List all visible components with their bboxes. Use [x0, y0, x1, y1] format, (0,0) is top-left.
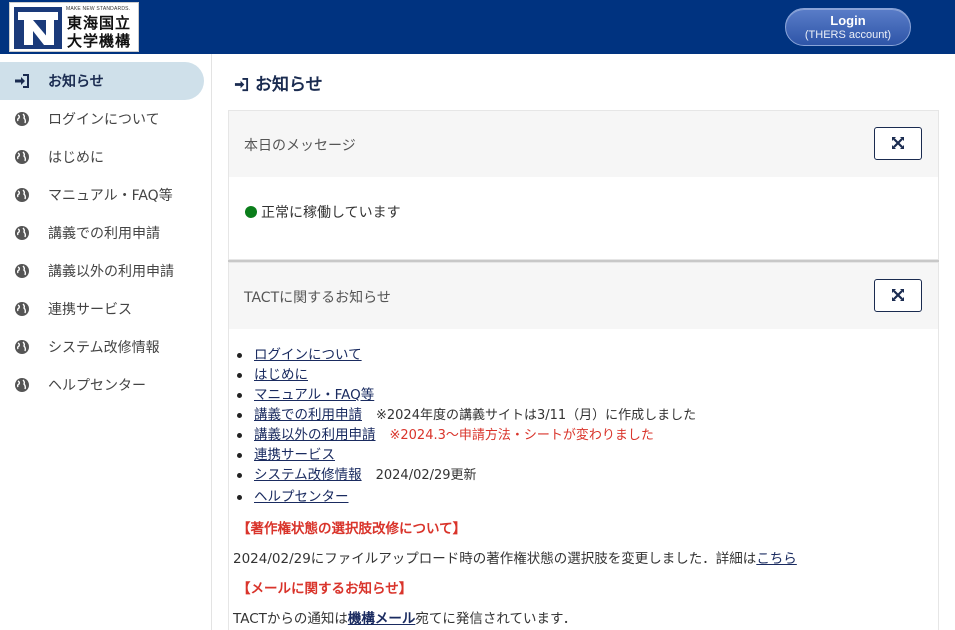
system-status: 正常に稼働しています [245, 202, 401, 222]
sidebar-item-label: システム改修情報 [48, 340, 160, 356]
list-item: 連携サービス [236, 445, 696, 465]
section-text: TACTからの通知は [233, 611, 348, 627]
globe-icon [15, 378, 29, 392]
list-item: ログインについて [236, 345, 696, 365]
globe-icon [15, 302, 29, 316]
link-note: ※2024年度の講義サイトは3/11（月）に作成しました [376, 408, 697, 423]
expand-button[interactable] [874, 127, 922, 160]
login-button[interactable]: Login (THERS account) [785, 8, 911, 46]
sidebar-item-label: お知らせ [48, 74, 104, 90]
sidebar-item-login[interactable]: ログインについて [0, 100, 204, 138]
sidebar-item-label: 講義での利用申請 [48, 226, 160, 242]
link-getting-started[interactable]: はじめに [254, 367, 308, 383]
list-item: ヘルプセンター [236, 487, 696, 507]
sign-in-icon [15, 74, 29, 88]
section-text-mail: TACTからの通知は機構メール宛てに発信されています． [233, 607, 576, 627]
page-title-text: お知らせ [255, 75, 323, 95]
globe-icon [15, 150, 29, 164]
link-note: 2024/02/29更新 [375, 468, 477, 483]
link-login[interactable]: ログインについて [254, 347, 362, 363]
top-header: MAKE NEW STANDARDS. 東海国立 大学機構 Login (THE… [0, 0, 955, 54]
page-title: お知らせ [234, 70, 323, 95]
card-header: 本日のメッセージ [229, 111, 938, 177]
todays-message-card: 本日のメッセージ 正常に稼働しています [228, 110, 939, 260]
list-item: 講義以外の利用申請 ※2024.3～申請方法・シートが変わりました [236, 425, 696, 445]
card-title: 本日のメッセージ [244, 138, 356, 154]
sidebar-item-label: はじめに [48, 150, 104, 166]
list-item: システム改修情報 2024/02/29更新 [236, 465, 696, 485]
details-link[interactable]: こちら [756, 551, 797, 567]
sidebar-item-notices[interactable]: お知らせ [0, 62, 204, 100]
section-text-copyright: 2024/02/29にファイルアップロード時の著作権状態の選択肢を変更しました．… [233, 547, 797, 567]
sidebar-item-manual-faq[interactable]: マニュアル・FAQ等 [0, 176, 204, 214]
link-non-course-request[interactable]: 講義以外の利用申請 [254, 427, 376, 443]
link-manual-faq[interactable]: マニュアル・FAQ等 [254, 387, 374, 403]
tact-notices-card: TACTに関するお知らせ ログインについて はじめに マニュアル・FAQ等 講義… [228, 262, 939, 630]
section-text: 2024/02/29にファイルアップロード時の著作権状態の選択肢を変更しました．… [233, 551, 757, 567]
status-dot-icon [245, 206, 257, 218]
sidebar-item-label: ログインについて [48, 112, 160, 128]
sidebar-item-non-course-request[interactable]: 講義以外の利用申請 [0, 252, 204, 290]
link-course-request[interactable]: 講義での利用申請 [254, 407, 362, 423]
card-header: TACTに関するお知らせ [229, 263, 938, 329]
expand-button[interactable] [874, 279, 922, 312]
globe-icon [15, 112, 29, 126]
globe-icon [15, 264, 29, 278]
login-sublabel: (THERS account) [804, 29, 892, 41]
university-logo[interactable]: MAKE NEW STANDARDS. 東海国立 大学機構 [9, 2, 139, 52]
link-help-center[interactable]: ヘルプセンター [254, 489, 349, 505]
logo-mark-icon [14, 7, 62, 49]
logo-name-line2: 大学機構 [67, 32, 132, 50]
sidebar-item-course-request[interactable]: 講義での利用申請 [0, 214, 204, 252]
list-item: はじめに [236, 365, 696, 385]
sidebar-item-system-updates[interactable]: システム改修情報 [0, 328, 204, 366]
section-heading-mail: 【メールに関するお知らせ】 [237, 581, 413, 597]
link-system-updates[interactable]: システム改修情報 [254, 467, 362, 483]
sidebar-item-label: ヘルプセンター [48, 378, 146, 394]
globe-icon [15, 226, 29, 240]
list-item: マニュアル・FAQ等 [236, 385, 696, 405]
link-note-warning: ※2024.3～申請方法・シートが変わりました [389, 428, 654, 443]
sidebar-item-help-center[interactable]: ヘルプセンター [0, 366, 204, 404]
sidebar-item-label: 連携サービス [48, 302, 132, 318]
sign-in-icon [234, 77, 249, 92]
list-item: 講義での利用申請 ※2024年度の講義サイトは3/11（月）に作成しました [236, 405, 697, 425]
sidebar-item-label: 講義以外の利用申請 [48, 264, 174, 280]
sidebar-item-linked-services[interactable]: 連携サービス [0, 290, 204, 328]
link-linked-services[interactable]: 連携サービス [254, 447, 335, 463]
section-heading-copyright: 【著作権状態の選択肢改修について】 [237, 521, 467, 537]
card-title: TACTに関するお知らせ [244, 290, 391, 306]
notice-link-list: ログインについて はじめに マニュアル・FAQ等 講義での利用申請 ※2024年度… [236, 345, 697, 507]
expand-icon [892, 137, 904, 149]
globe-icon [15, 188, 29, 202]
globe-icon [15, 340, 29, 354]
expand-icon [892, 289, 904, 301]
sidebar-item-getting-started[interactable]: はじめに [0, 138, 204, 176]
login-label: Login [830, 13, 866, 28]
sidebar: お知らせ ログインについて はじめに マニュアル・FAQ等 講義での利用申請 講… [0, 54, 212, 630]
status-text: 正常に稼働しています [261, 205, 401, 221]
institution-mail-link[interactable]: 機構メール [348, 611, 416, 627]
section-text: 宛てに発信されています． [415, 611, 577, 627]
sidebar-item-label: マニュアル・FAQ等 [48, 188, 173, 204]
